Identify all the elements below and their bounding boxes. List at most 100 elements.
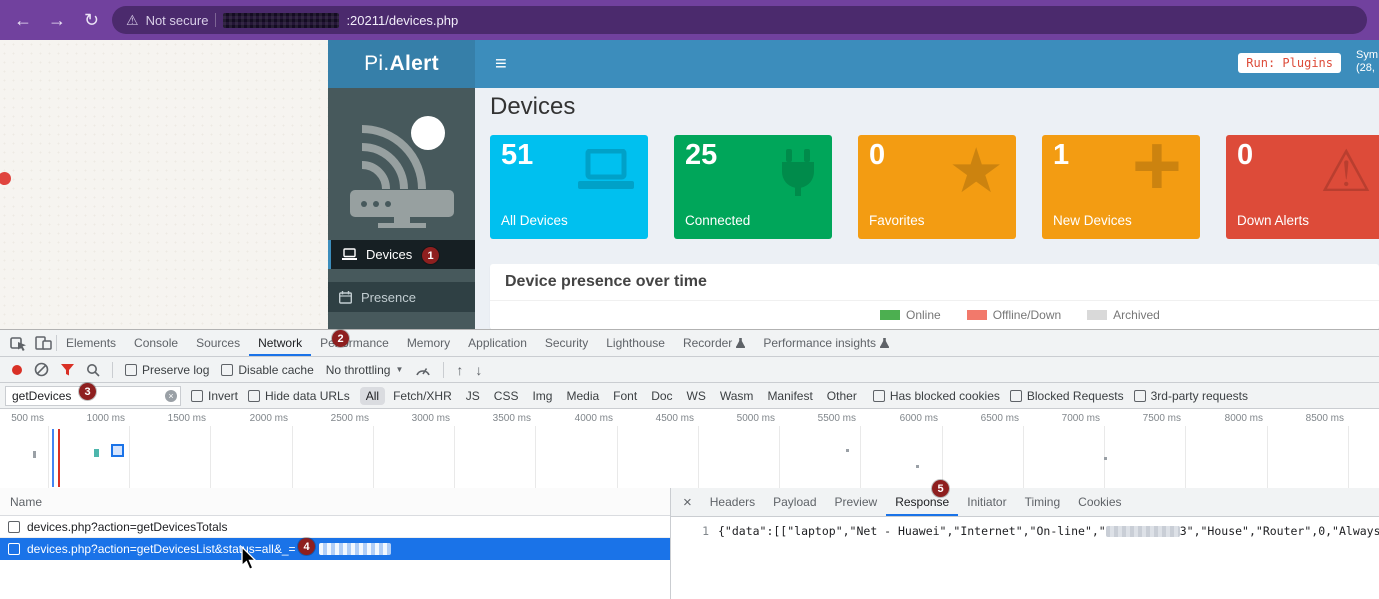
timeline-tick: 4000 ms xyxy=(545,413,613,424)
filter-type-js[interactable]: JS xyxy=(460,387,486,405)
stat-value: 1 xyxy=(1053,139,1069,172)
legend-item-offline[interactable]: Offline/Down xyxy=(967,308,1061,322)
throttling-dropdown[interactable]: No throttling▼ xyxy=(326,363,404,377)
filter-type-all[interactable]: All xyxy=(360,387,385,405)
request-row-selected[interactable]: devices.php?action=getDevicesList&status… xyxy=(0,538,670,560)
checkbox[interactable] xyxy=(248,390,260,402)
timeline-tick: 7000 ms xyxy=(1032,413,1100,424)
detail-tab-timing[interactable]: Timing xyxy=(1016,488,1070,516)
back-icon[interactable]: ← xyxy=(14,0,32,40)
hide-data-urls-checkbox[interactable]: Hide data URLs xyxy=(248,389,350,403)
inspect-element-icon[interactable] xyxy=(10,335,27,352)
detail-tab-cookies[interactable]: Cookies xyxy=(1069,488,1130,516)
filter-icon[interactable] xyxy=(61,364,74,376)
redacted-query-value xyxy=(319,543,391,555)
clear-icon[interactable] xyxy=(34,362,49,377)
user-label[interactable]: Sym (28, xyxy=(1356,49,1379,75)
filter-type-other[interactable]: Other xyxy=(821,387,863,405)
sidebar-item-devices[interactable]: Devices xyxy=(328,240,475,269)
name-column-header[interactable]: Name xyxy=(0,488,670,516)
annotation-badge-3: 3 xyxy=(79,383,96,400)
filter-type-ws[interactable]: WS xyxy=(681,387,712,405)
clear-filter-icon[interactable]: × xyxy=(165,390,177,402)
checkbox-label: Disable cache xyxy=(238,363,313,377)
devtools-tab-application[interactable]: Application xyxy=(459,330,536,356)
devtools-tab-security[interactable]: Security xyxy=(536,330,597,356)
devtools-tab-console[interactable]: Console xyxy=(125,330,187,356)
filter-type-css[interactable]: CSS xyxy=(488,387,525,405)
timeline-tick: 8500 ms xyxy=(1276,413,1344,424)
filter-type-img[interactable]: Img xyxy=(526,387,558,405)
stat-value: 0 xyxy=(1237,139,1253,172)
sidebar-item-presence[interactable]: Presence xyxy=(328,282,475,312)
checkbox[interactable] xyxy=(873,390,885,402)
checkbox[interactable] xyxy=(1134,390,1146,402)
export-har-icon[interactable]: ↓ xyxy=(475,362,482,378)
legend-label: Offline/Down xyxy=(993,308,1061,322)
row-checkbox[interactable] xyxy=(8,543,20,555)
network-conditions-icon[interactable] xyxy=(415,364,431,376)
checkbox-label: Has blocked cookies xyxy=(890,389,1000,403)
filter-type-media[interactable]: Media xyxy=(560,387,605,405)
legend-item-archived[interactable]: Archived xyxy=(1087,308,1160,322)
stat-card-all-devices[interactable]: 51 All Devices xyxy=(490,135,648,239)
devtools-tab-recorder[interactable]: Recorder xyxy=(674,330,754,356)
stat-card-connected[interactable]: 25 Connected xyxy=(674,135,832,239)
import-har-icon[interactable]: ↑ xyxy=(456,362,463,378)
preserve-log-checkbox[interactable]: Preserve log xyxy=(125,363,209,377)
filter-type-doc[interactable]: Doc xyxy=(645,387,678,405)
checkbox[interactable] xyxy=(125,364,137,376)
detail-tab-initiator[interactable]: Initiator xyxy=(958,488,1015,516)
forward-icon[interactable]: → xyxy=(48,0,66,40)
request-mark xyxy=(846,449,849,452)
close-icon[interactable]: × xyxy=(671,494,701,511)
address-bar[interactable]: ⚠ Not secure :20211/devices.php xyxy=(112,6,1367,34)
network-overview-timeline[interactable]: 500 ms 1000 ms 1500 ms 2000 ms 2500 ms 3… xyxy=(0,409,1379,489)
not-secure-label[interactable]: Not secure xyxy=(146,13,209,28)
devtools-tab-performance-insights[interactable]: Performance insights xyxy=(754,330,898,356)
checkbox[interactable] xyxy=(191,390,203,402)
disable-cache-checkbox[interactable]: Disable cache xyxy=(221,363,313,377)
divider xyxy=(490,300,1379,301)
request-detail-pane: × Headers Payload Preview Response Initi… xyxy=(671,488,1379,599)
app-logo[interactable]: Pi.Alert xyxy=(328,40,475,88)
redacted-response-value xyxy=(1106,526,1180,537)
detail-tab-preview[interactable]: Preview xyxy=(826,488,887,516)
record-button[interactable] xyxy=(12,365,22,375)
devtools-tab-sources[interactable]: Sources xyxy=(187,330,249,356)
network-panes: Name devices.php?action=getDevicesTotals… xyxy=(0,488,1379,599)
devtools-tab-lighthouse[interactable]: Lighthouse xyxy=(597,330,674,356)
stat-card-new-devices[interactable]: 1 New Devices + xyxy=(1042,135,1200,239)
has-blocked-cookies-checkbox[interactable]: Has blocked cookies xyxy=(873,389,1000,403)
filter-type-wasm[interactable]: Wasm xyxy=(714,387,760,405)
legend-item-online[interactable]: Online xyxy=(880,308,941,322)
checkbox[interactable] xyxy=(221,364,233,376)
filter-type-fetch-xhr[interactable]: Fetch/XHR xyxy=(387,387,458,405)
stat-card-favorites[interactable]: 0 Favorites ★ xyxy=(858,135,1016,239)
request-row[interactable]: devices.php?action=getDevicesTotals xyxy=(0,516,670,538)
devtools-tab-elements[interactable]: Elements xyxy=(57,330,125,356)
selected-request-marker xyxy=(111,444,124,457)
run-plugins-button[interactable]: Run: Plugins xyxy=(1238,53,1341,73)
devtools-tab-network[interactable]: Network xyxy=(249,330,311,356)
stat-label: New Devices xyxy=(1053,213,1132,228)
device-toolbar-icon[interactable] xyxy=(35,336,52,351)
menu-icon[interactable]: ≡ xyxy=(495,40,507,88)
invert-checkbox[interactable]: Invert xyxy=(191,389,238,403)
checkbox-label: Invert xyxy=(208,389,238,403)
third-party-requests-checkbox[interactable]: 3rd-party requests xyxy=(1134,389,1248,403)
search-icon[interactable] xyxy=(86,363,100,377)
detail-tab-payload[interactable]: Payload xyxy=(764,488,825,516)
filter-type-manifest[interactable]: Manifest xyxy=(761,387,818,405)
devtools-tabbar: Elements Console Sources Network Perform… xyxy=(0,330,1379,357)
checkbox[interactable] xyxy=(1010,390,1022,402)
blocked-requests-checkbox[interactable]: Blocked Requests xyxy=(1010,389,1124,403)
devtools-tab-performance[interactable]: Performance xyxy=(311,330,398,356)
filter-type-font[interactable]: Font xyxy=(607,387,643,405)
row-checkbox[interactable] xyxy=(8,521,20,533)
request-mark xyxy=(1104,457,1107,460)
devtools-tab-memory[interactable]: Memory xyxy=(398,330,459,356)
detail-tab-headers[interactable]: Headers xyxy=(701,488,764,516)
refresh-icon[interactable]: ↻ xyxy=(84,0,99,40)
stat-card-down-alerts[interactable]: 0 Down Alerts ⚠ xyxy=(1226,135,1379,239)
